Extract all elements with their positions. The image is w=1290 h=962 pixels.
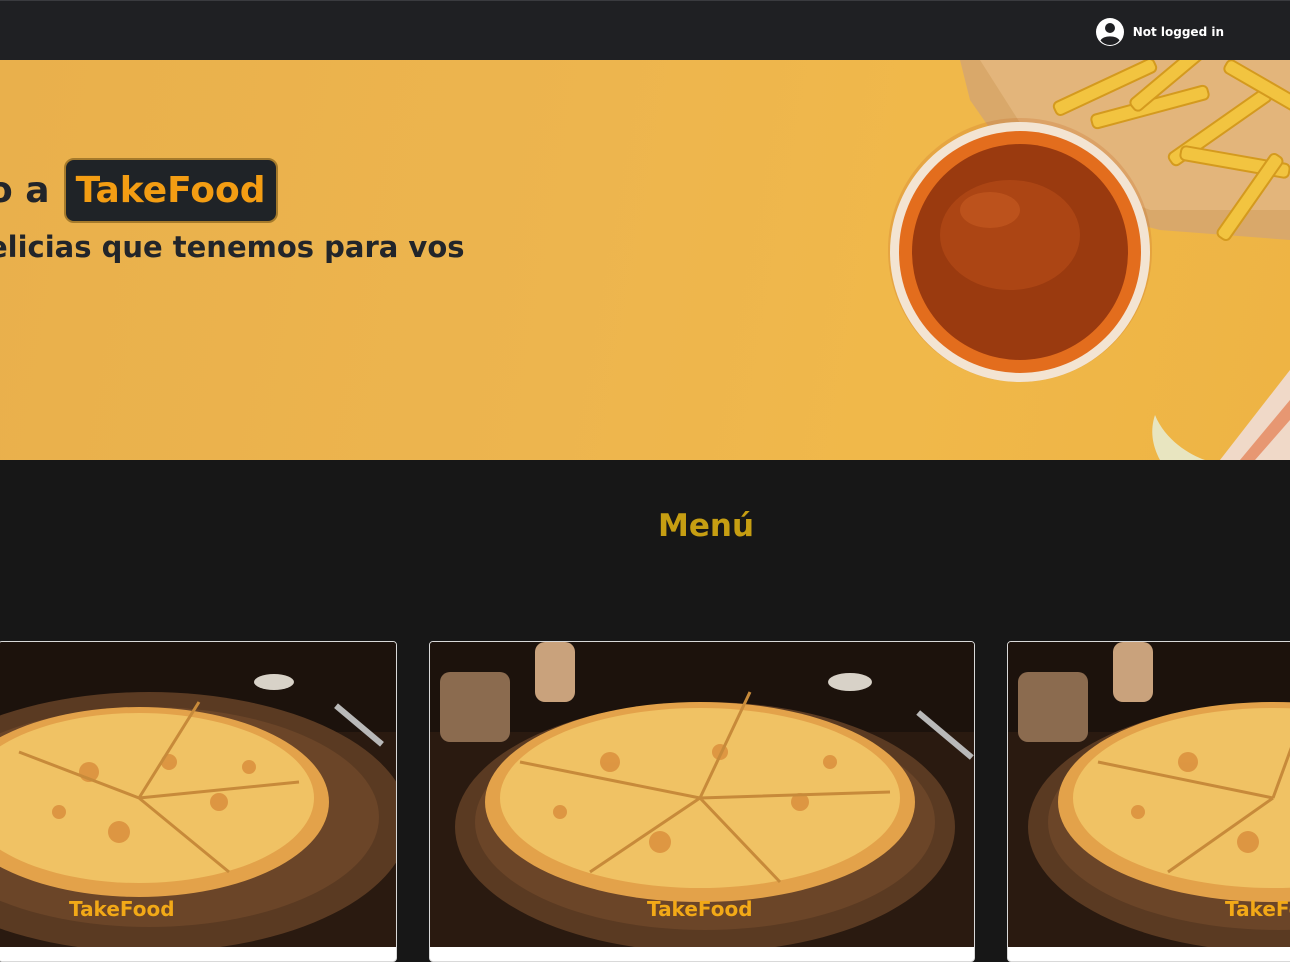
- menu-card-1[interactable]: TakeFood: [0, 641, 397, 962]
- hero-subheading: elicias que tenemos para vos: [0, 230, 465, 264]
- brand-badge: TakeFood: [63, 158, 278, 223]
- account-circle-icon: [1095, 17, 1125, 47]
- menu-card-3[interactable]: TakeFo: [1007, 641, 1290, 962]
- fries-and-sauce-image: [888, 60, 1290, 460]
- hero-heading: o a TakeFood: [0, 158, 278, 223]
- card-brand-label: TakeFo: [1225, 897, 1290, 921]
- hero-heading-prefix: o a: [0, 170, 50, 211]
- top-navbar: Not logged in: [0, 0, 1290, 60]
- menu-section-title: Menú: [658, 508, 755, 544]
- pizza-image: [0, 642, 396, 947]
- hero-banner: o a TakeFood elicias que tenemos para vo…: [0, 60, 1290, 460]
- card-brand-label: TakeFood: [69, 897, 175, 921]
- user-account-button[interactable]: Not logged in: [1095, 17, 1224, 47]
- user-status-label: Not logged in: [1132, 25, 1224, 39]
- menu-card-2[interactable]: TakeFood: [429, 641, 975, 962]
- card-brand-label: TakeFood: [647, 897, 753, 921]
